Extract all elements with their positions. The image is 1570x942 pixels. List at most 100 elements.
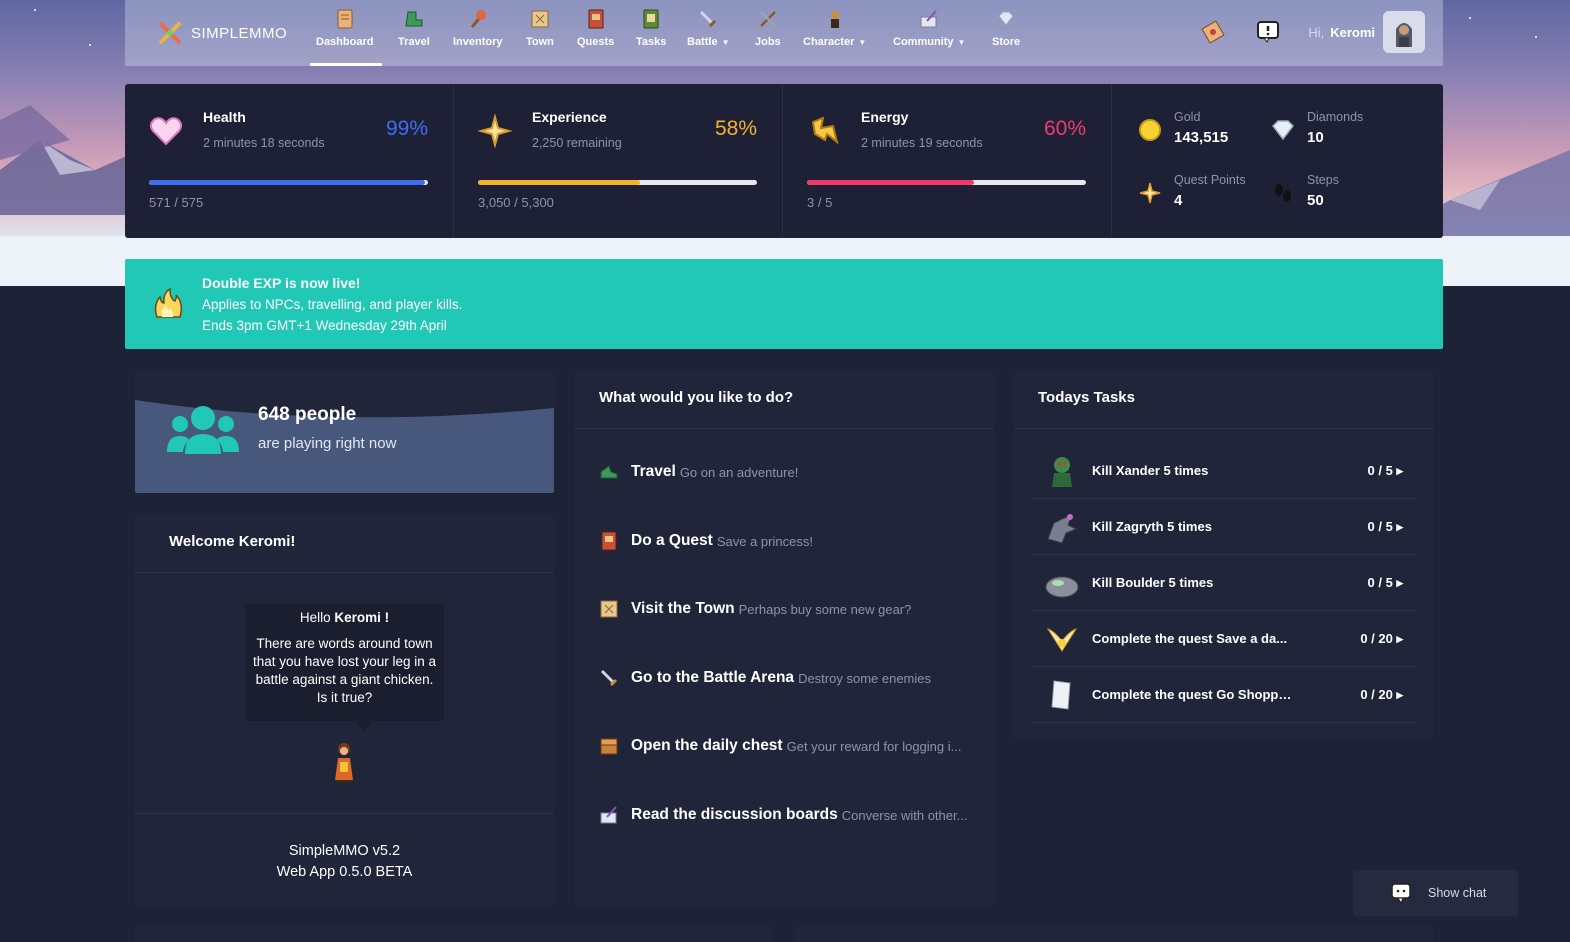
- nav-town[interactable]: Town: [526, 8, 554, 48]
- health-title: Health: [203, 109, 246, 125]
- gold-coin-icon: [1139, 119, 1161, 141]
- steps-label: Steps: [1307, 173, 1339, 187]
- health-timer: 2 minutes 18 seconds: [203, 136, 325, 150]
- action-desc: Get your reward for logging i...: [786, 738, 962, 754]
- show-chat-button[interactable]: Show chat: [1353, 870, 1518, 916]
- notification-bubble-icon[interactable]: [1256, 20, 1280, 44]
- map-scroll-icon[interactable]: [1200, 19, 1226, 45]
- steps-value: 50: [1307, 192, 1324, 209]
- nav-store[interactable]: Store: [992, 8, 1020, 48]
- top-navbar: SIMPLEMMO Dashboard Travel Inventory Tow…: [125, 0, 1443, 66]
- dragon-icon: [1047, 513, 1078, 544]
- actions-title: What would you like to do?: [599, 389, 794, 406]
- goblin-icon: [1052, 456, 1072, 487]
- task-name: Kill Zagryth 5 times: [1092, 519, 1212, 534]
- scroll-quill-icon: [600, 806, 617, 824]
- gold-value: 143,515: [1174, 129, 1229, 146]
- action-label: Open the daily chest: [631, 737, 783, 754]
- chevron-right-icon: ▸: [1396, 630, 1403, 646]
- nav-inventory[interactable]: Inventory: [453, 8, 503, 48]
- scroll-quill-icon: [918, 8, 940, 30]
- action-discussion-boards[interactable]: Read the discussion boards Converse with…: [599, 805, 979, 825]
- welcome-header: Welcome Keromi!: [135, 514, 554, 573]
- chevron-right-icon: ▸: [1396, 462, 1403, 478]
- action-travel[interactable]: Travel Go on an adventure!: [599, 462, 979, 482]
- action-battle[interactable]: Go to the Battle Arena Destroy some enem…: [599, 668, 979, 688]
- sword-icon: [600, 669, 618, 687]
- task-row[interactable]: Complete the quest Go Shoppi... 0 / 20 ▸: [1030, 667, 1417, 723]
- nav-community[interactable]: Community ▼: [893, 8, 965, 48]
- avatar[interactable]: [1383, 11, 1425, 53]
- chevron-down-icon: ▼: [721, 38, 730, 47]
- nav-label: Jobs: [755, 36, 781, 48]
- diamonds-stat: Diamonds 10: [1271, 110, 1363, 146]
- action-label: Go to the Battle Arena: [631, 669, 795, 686]
- health-bar: [149, 180, 428, 185]
- heart-icon: [149, 117, 183, 146]
- diamonds-label: Diamonds: [1307, 110, 1364, 124]
- brand-logo[interactable]: SIMPLEMMO: [157, 20, 287, 46]
- gold-stat: Gold 143,515: [1138, 110, 1228, 146]
- quest-points-value: 4: [1174, 192, 1183, 209]
- task-progress: 0 / 20 ▸: [1360, 630, 1403, 646]
- chevron-right-icon: ▸: [1396, 574, 1403, 590]
- quest-book-icon: [601, 531, 617, 551]
- scroll-icon: [1051, 679, 1071, 710]
- energy-percent: 60%: [1043, 117, 1086, 140]
- quest-book-icon: [585, 8, 607, 30]
- action-desc: Perhaps buy some new gear?: [738, 601, 912, 617]
- nav-character[interactable]: Character ▼: [803, 8, 866, 48]
- nav-quests[interactable]: Quests: [577, 8, 614, 48]
- health-percent: 99%: [385, 117, 428, 140]
- people-group-icon: [167, 406, 239, 454]
- footsteps-icon: [1275, 184, 1291, 202]
- health-stat: Health 2 minutes 18 seconds 99% 571 / 57…: [125, 84, 454, 238]
- currency-panel: Gold 143,515 Diamonds 10 Quest Points 4 Ste…: [1112, 84, 1443, 238]
- lightning-icon: [811, 116, 839, 145]
- task-row[interactable]: Kill Xander 5 times 0 / 5 ▸: [1030, 443, 1417, 499]
- experience-remaining: 2,250 remaining: [532, 136, 622, 150]
- banner-line-2: Ends 3pm GMT+1 Wednesday 29th April: [202, 318, 447, 333]
- welcome-divider: [135, 813, 554, 814]
- nav-label: Store: [992, 36, 1021, 48]
- tasks-title: Todays Tasks: [1038, 389, 1135, 406]
- nav-label: Inventory: [453, 36, 503, 48]
- character-icon: [824, 8, 846, 30]
- diamonds-value: 10: [1307, 129, 1324, 146]
- experience-value: 3,050 / 5,300: [478, 195, 554, 210]
- show-chat-label: Show chat: [1428, 886, 1487, 900]
- nav-jobs[interactable]: Jobs: [755, 8, 781, 48]
- task-row[interactable]: Kill Zagryth 5 times 0 / 5 ▸: [1030, 499, 1417, 555]
- fire-icon: [154, 287, 183, 318]
- task-row[interactable]: Kill Boulder 5 times 0 / 5 ▸: [1030, 555, 1417, 611]
- tools-icon: [757, 8, 779, 30]
- steps-stat: Steps 50: [1271, 173, 1339, 209]
- nav-battle[interactable]: Battle ▼: [687, 8, 729, 48]
- nav-tasks[interactable]: Tasks: [636, 8, 666, 48]
- energy-title: Energy: [861, 109, 909, 125]
- action-label: Travel: [631, 463, 676, 480]
- task-row[interactable]: Complete the quest Save a da... 0 / 20 ▸: [1030, 611, 1417, 667]
- nav-dashboard[interactable]: Dashboard: [316, 8, 373, 48]
- bottom-card-left: [135, 926, 773, 942]
- action-label: Read the discussion boards: [631, 806, 838, 823]
- nav-label: Character ▼: [803, 36, 867, 48]
- quest-points-stat: Quest Points 4: [1138, 173, 1246, 209]
- task-progress: 0 / 20 ▸: [1360, 686, 1403, 702]
- nav-travel[interactable]: Travel: [398, 8, 430, 48]
- banner-title: Double EXP is now live!: [202, 275, 361, 291]
- username[interactable]: Keromi: [1330, 25, 1375, 40]
- speech-message: There are words around town that you hav…: [252, 636, 437, 705]
- action-quest[interactable]: Do a Quest Save a princess!: [599, 531, 979, 551]
- town-map-icon: [529, 8, 551, 30]
- action-label: Do a Quest: [631, 532, 713, 549]
- action-desc: Go on an adventure!: [679, 464, 799, 480]
- action-daily-chest[interactable]: Open the daily chest Get your reward for…: [599, 736, 979, 756]
- online-text: are playing right now: [258, 435, 397, 452]
- energy-value: 3 / 5: [807, 195, 833, 210]
- axe-icon: [467, 8, 489, 30]
- nav-label: Dashboard: [316, 36, 374, 48]
- action-town[interactable]: Visit the Town Perhaps buy some new gear…: [599, 599, 979, 619]
- chevron-down-icon: ▼: [858, 38, 867, 47]
- scroll-map-icon: [334, 8, 356, 30]
